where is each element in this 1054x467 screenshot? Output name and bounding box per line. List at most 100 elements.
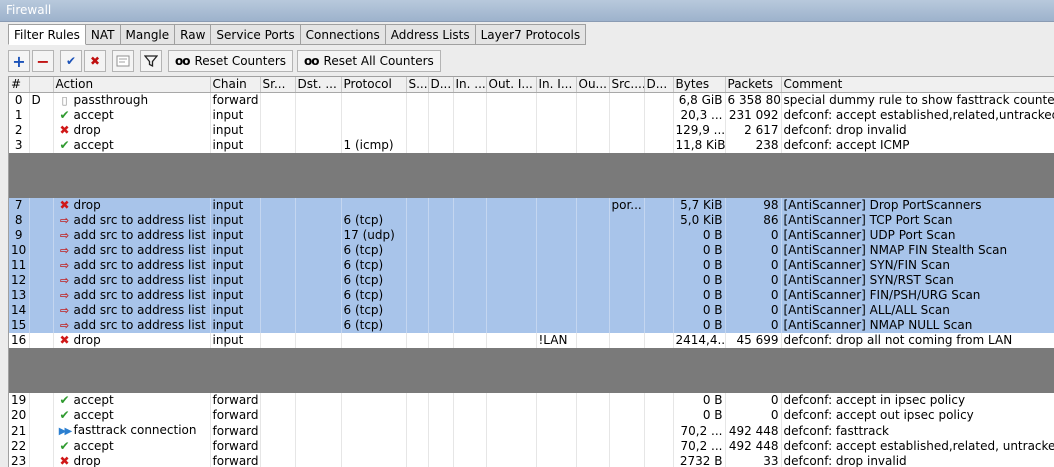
rule-protocol-cell [341,197,407,213]
rule-flag-cell [29,453,54,467]
tab-connections[interactable]: Connections [300,24,386,45]
rule-protocol-cell: 6 (tcp) [341,272,407,288]
src-address-cell [260,392,296,408]
table-row[interactable]: 9 ⇨ add src to address list input 17 (udp) 0 … [9,227,1054,243]
tab-mangle[interactable]: Mangle [120,24,176,45]
rule-action-cell: ✔ accept [53,392,211,408]
tab-address-lists[interactable]: Address Lists [385,24,476,45]
src-address-list-cell [609,392,645,408]
table-row[interactable]: 10 ⇨ add src to address list input 6 (tcp) 0 … [9,242,1054,258]
table-row[interactable]: 1 ✔ accept input 20,3 ... 231 092 defconf: acc… [9,107,1054,123]
rule-protocol-cell [341,438,407,454]
tab-filter-rules[interactable]: Filter Rules [8,24,86,45]
rule-flag-cell [29,302,54,318]
add-to-list-icon: ⇨ [59,273,70,287]
dst-address-cell [295,257,342,273]
dst-port-cell [428,257,454,273]
rule-comment-cell: [AntiScanner] SYN/FIN Scan [781,257,1054,273]
table-row[interactable]: 11 ⇨ add src to address list input 6 (tcp) 0 … [9,257,1054,273]
table-row[interactable]: 15 ⇨ add src to address list input 6 (tcp) 0 … [9,317,1054,333]
table-row[interactable]: 19 ✔ accept forward 0 B 0 defconf: accept in i… [9,392,1054,408]
in-interface-list-cell [536,107,577,123]
dst-address-list-cell [644,92,674,108]
table-row[interactable]: 14 ⇨ add src to address list input 6 (tcp) 0 … [9,302,1054,318]
rule-number-cell: 13 [9,287,30,303]
dst-address-list-cell [644,287,674,303]
column-header[interactable]: Dst. ... [295,77,342,93]
column-header[interactable]: Ou... [576,77,610,93]
dst-address-list-cell [644,227,674,243]
disable-button[interactable]: ✖ [84,50,106,72]
rule-comment-cell: [AntiScanner] FIN/PSH/URG Scan [781,287,1054,303]
src-address-list-cell [609,317,645,333]
out-interface-cell [486,227,537,243]
src-address-list-cell [609,242,645,258]
column-header[interactable]: Comment [781,77,1054,93]
column-header[interactable]: Protocol [341,77,407,93]
reset-all-counters-label: Reset All Counters [323,54,434,68]
table-row[interactable]: 3 ✔ accept input 1 (icmp) 11,8 KiB 238 defconf:… [9,137,1054,153]
table-row[interactable]: 0D ▯ passthrough forward 6,8 GiB6 358 806spe… [9,92,1054,108]
column-header[interactable]: In. I... [536,77,577,93]
dst-address-list-cell [644,212,674,228]
rule-chain-cell: forward [210,438,261,454]
table-row[interactable]: 12 ⇨ add src to address list input 6 (tcp) 0 … [9,272,1054,288]
table-row[interactable]: 7 ✖ drop input por... 5,7 KiB 98 [AntiScanner] … [9,197,1054,213]
table-row[interactable]: 21 ▶▶ fasttrack connection forward 70,2 ... 4… [9,422,1054,439]
dst-address-list-cell [644,257,674,273]
rule-chain-cell: input [210,332,261,348]
remove-button[interactable]: − [32,50,54,72]
out-interface-cell [486,392,537,408]
rule-packets-cell: 0 [725,227,782,243]
rule-bytes-cell: 5,7 KiB [673,197,726,213]
column-header[interactable]: D... [644,77,674,93]
rule-comment-cell: [AntiScanner] Drop PortScanners [781,197,1054,213]
in-interface-cell [453,107,487,123]
dst-address-cell [295,407,342,423]
table-row[interactable]: 22 ✔ accept forward 70,2 ... 492 448 defconf: … [9,438,1054,454]
column-header[interactable]: Sr... [260,77,296,93]
column-header[interactable]: In. ... [453,77,487,93]
rule-action-cell: ✔ accept [53,107,211,123]
column-header[interactable] [29,77,54,93]
rule-bytes-cell: 0 B [673,242,726,258]
column-header[interactable]: D... [428,77,454,93]
rule-flag-cell [29,332,54,348]
column-header[interactable]: # [9,77,30,93]
column-header[interactable]: Action [53,77,211,93]
column-header[interactable]: S... [406,77,429,93]
table-row[interactable]: 8 ⇨ add src to address list input 6 (tcp) 5,0… [9,212,1054,228]
rule-action-label: add src to address list [73,272,206,287]
rule-flag-cell [29,212,54,228]
column-header[interactable]: Packets [725,77,782,93]
in-interface-list-cell [536,422,577,439]
table-row[interactable]: 16 ✖ drop input !LAN 2414,4... 45 699 defconf: … [9,332,1054,348]
window-titlebar[interactable]: Firewall [0,0,1054,22]
rule-protocol-cell: 17 (udp) [341,227,407,243]
enable-button[interactable]: ✔ [60,50,82,72]
comment-button[interactable] [112,50,134,72]
in-interface-cell [453,212,487,228]
table-row[interactable]: 23 ✖ drop forward 2732 B 33 defconf: drop inva… [9,453,1054,467]
table-row[interactable]: 13 ⇨ add src to address list input 6 (tcp) 0 … [9,287,1054,303]
column-header[interactable]: Out. I... [486,77,537,93]
rule-number-cell: 7 [9,197,30,213]
table-row[interactable]: 20 ✔ accept forward 0 B 0 defconf: accept out … [9,407,1054,423]
tab-service-ports[interactable]: Service Ports [211,24,301,45]
reset-counters-button[interactable]: oo Reset Counters [168,50,294,72]
tab-nat[interactable]: NAT [85,24,121,45]
filter-button[interactable] [140,50,162,72]
column-header[interactable]: Bytes [673,77,726,93]
cross-icon: ✖ [89,54,101,68]
column-header[interactable]: Chain [210,77,261,93]
tab-raw[interactable]: Raw [175,24,212,45]
in-interface-cell [453,407,487,423]
column-header[interactable]: Src.... [609,77,645,93]
out-interface-cell [486,317,537,333]
table-row[interactable]: 2 ✖ drop input 129,9 ... 2 617 defconf: drop i… [9,122,1054,138]
dst-port-cell [428,107,454,123]
reset-all-counters-button[interactable]: oo Reset All Counters [297,50,441,72]
add-button[interactable]: + [8,50,30,72]
out-interface-list-cell [576,242,610,258]
tab-layer7-protocols[interactable]: Layer7 Protocols [475,24,587,45]
